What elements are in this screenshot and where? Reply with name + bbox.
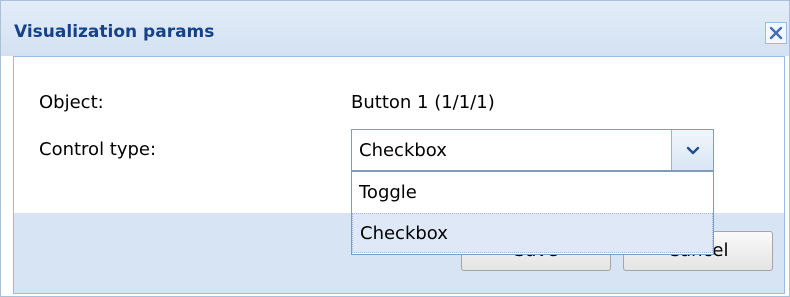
- control-type-value: Checkbox: [359, 140, 447, 161]
- chevron-down-icon: [686, 141, 700, 160]
- dropdown-trigger[interactable]: [671, 130, 713, 170]
- control-type-select[interactable]: Checkbox: [351, 129, 714, 171]
- control-type-dropdown-list: Toggle Checkbox: [351, 171, 714, 255]
- visualization-params-dialog: Visualization params Object: Button 1 (1…: [0, 0, 790, 297]
- dialog-titlebar[interactable]: Visualization params: [1, 1, 789, 56]
- option-toggle[interactable]: Toggle: [352, 173, 713, 213]
- option-checkbox[interactable]: Checkbox: [352, 213, 713, 253]
- control-type-label: Control type:: [39, 139, 157, 160]
- object-value: Button 1 (1/1/1): [351, 92, 495, 113]
- object-label: Object:: [39, 92, 104, 113]
- close-icon: [769, 26, 783, 40]
- dialog-title: Visualization params: [14, 22, 215, 42]
- close-button[interactable]: [765, 22, 787, 44]
